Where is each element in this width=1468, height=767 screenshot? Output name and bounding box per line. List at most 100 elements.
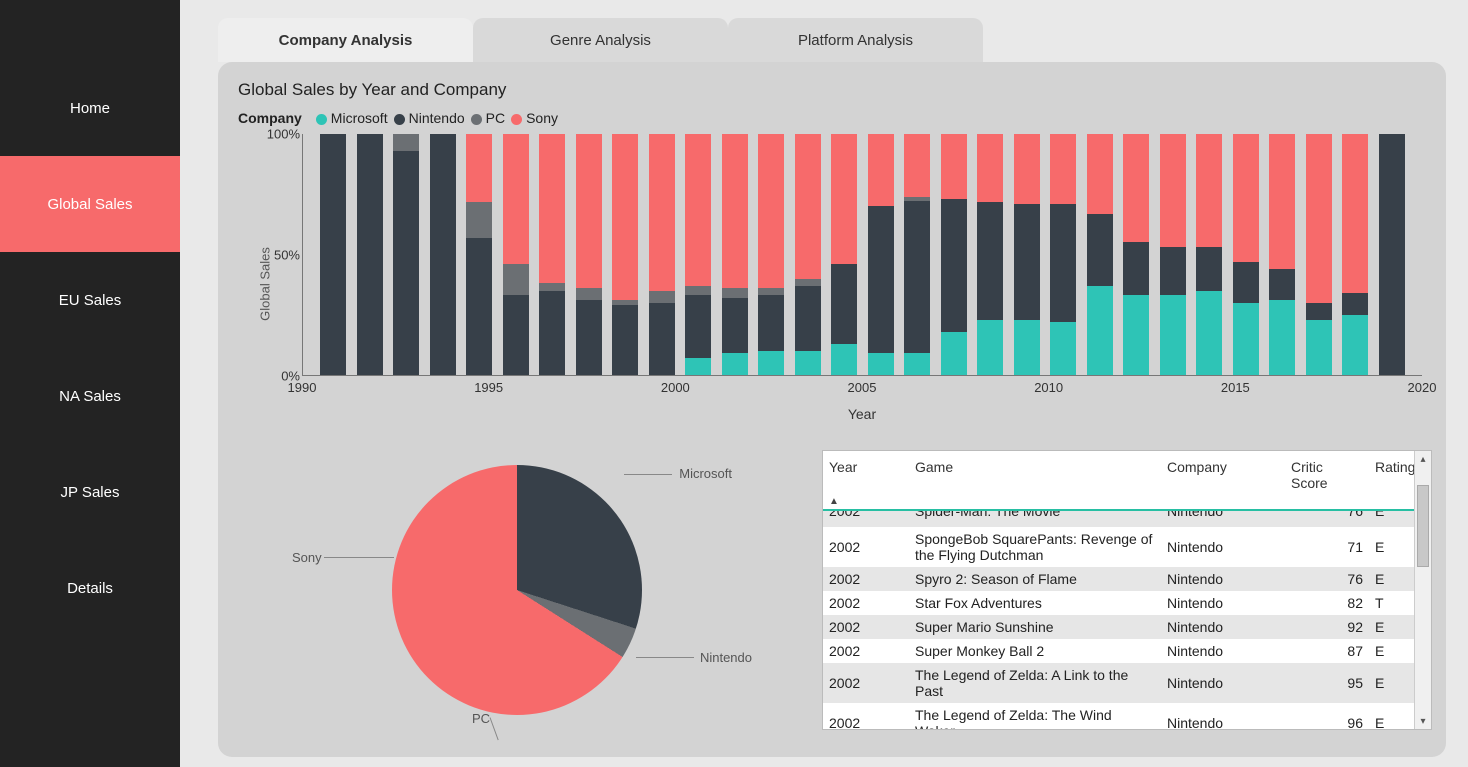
bar-segment xyxy=(685,295,711,358)
cell-company: Nintendo xyxy=(1161,711,1285,729)
bar-2016 xyxy=(1228,134,1265,375)
table-row[interactable]: 2002The Legend of Zelda: The Wind WakerN… xyxy=(823,703,1431,729)
bar-segment xyxy=(941,199,967,332)
bar-segment xyxy=(1087,286,1113,375)
table-row[interactable]: 2002SpongeBob SquarePants: Revenge of th… xyxy=(823,527,1431,567)
tab-company-analysis[interactable]: Company Analysis xyxy=(218,18,473,62)
bar-segment xyxy=(1123,295,1149,375)
bar-segment xyxy=(758,134,784,288)
bar-segment xyxy=(1050,134,1076,204)
bar-segment xyxy=(758,295,784,350)
bar-segment xyxy=(393,134,419,151)
bar-segment xyxy=(1306,320,1332,375)
bar-2015 xyxy=(1191,134,1228,375)
th-critic-score[interactable]: Critic Score xyxy=(1285,451,1369,509)
x-tick: 2010 xyxy=(1034,380,1063,395)
cell-company: Nintendo xyxy=(1161,615,1285,639)
bar-segment xyxy=(503,295,529,375)
table-scrollbar[interactable]: ▴ ▾ xyxy=(1414,451,1431,729)
table-row[interactable]: 2002Star Fox AdventuresNintendo82T xyxy=(823,591,1431,615)
x-axis-ticks: 1990199520002005201020152020 xyxy=(302,380,1422,398)
bar-segment xyxy=(685,134,711,286)
cell-score: 71 xyxy=(1285,535,1369,559)
sidebar-item-jp-sales[interactable]: JP Sales xyxy=(0,444,180,540)
stacked-bar-chart: Global Sales 0%50%100% 19901995200020052… xyxy=(232,134,1432,434)
cell-game: Super Monkey Ball 2 xyxy=(909,639,1161,663)
bar-segment xyxy=(1196,134,1222,247)
sidebar-item-details[interactable]: Details xyxy=(0,540,180,636)
bar-segment xyxy=(1014,320,1040,375)
table-row[interactable]: 2002The Legend of Zelda: A Link to the P… xyxy=(823,663,1431,703)
th-company[interactable]: Company xyxy=(1161,451,1285,509)
table-row[interactable]: 2002Super Mario SunshineNintendo92E xyxy=(823,615,1431,639)
scroll-track[interactable] xyxy=(1415,467,1431,713)
main-pane: Company AnalysisGenre AnalysisPlatform A… xyxy=(180,0,1468,767)
cell-company: Nintendo xyxy=(1161,671,1285,695)
bar-segment xyxy=(539,291,565,375)
pie-label-nintendo: Nintendo xyxy=(700,650,752,665)
bar-1996 xyxy=(498,134,535,375)
table-row[interactable]: 2002Super Monkey Ball 2Nintendo87E xyxy=(823,639,1431,663)
tab-genre-analysis[interactable]: Genre Analysis xyxy=(473,18,728,62)
bar-segment xyxy=(758,288,784,295)
x-tick: 2020 xyxy=(1408,380,1437,395)
cell-game: Star Fox Adventures xyxy=(909,591,1161,615)
legend-swatch-sony xyxy=(511,114,522,125)
y-tick: 50% xyxy=(244,248,300,263)
sidebar-item-eu-sales[interactable]: EU Sales xyxy=(0,252,180,348)
bar-segment xyxy=(430,134,456,375)
bar-2014 xyxy=(1155,134,1192,375)
bar-segment xyxy=(1196,291,1222,375)
sort-asc-icon: ▲ xyxy=(829,496,839,507)
bar-segment xyxy=(685,358,711,375)
table-row[interactable]: 2002Spider-Man: The MovieNintendo76E xyxy=(823,511,1431,527)
scroll-up-icon[interactable]: ▴ xyxy=(1415,451,1431,467)
bar-segment xyxy=(539,134,565,283)
bar-segment xyxy=(941,332,967,375)
bar-segment xyxy=(1306,303,1332,320)
table-header-row: Year▲ Game Company Critic Score Rating xyxy=(823,451,1431,511)
x-tick: 2000 xyxy=(661,380,690,395)
bar-segment xyxy=(466,134,492,201)
bar-segment xyxy=(649,134,675,291)
th-year[interactable]: Year▲ xyxy=(823,451,909,509)
bar-2019 xyxy=(1337,134,1374,375)
bar-segment xyxy=(868,134,894,206)
scroll-thumb[interactable] xyxy=(1417,485,1429,567)
scroll-down-icon[interactable]: ▾ xyxy=(1415,713,1431,729)
pie-chart: Microsoft Nintendo PC Sony xyxy=(232,450,802,730)
bar-1995 xyxy=(461,134,498,375)
table-body: 2002Spider-Man: The MovieNintendo76E2002… xyxy=(823,511,1431,729)
plot-area xyxy=(302,134,1422,376)
table-row[interactable]: 2002Spyro 2: Season of FlameNintendo76E xyxy=(823,567,1431,591)
bar-segment xyxy=(466,202,492,238)
legend-name-sony: Sony xyxy=(526,110,558,126)
bar-2020 xyxy=(1374,134,1411,375)
x-tick: 2005 xyxy=(848,380,877,395)
bar-1997 xyxy=(534,134,571,375)
bar-segment xyxy=(1342,293,1368,315)
legend-name-nintendo: Nintendo xyxy=(409,110,465,126)
bar-segment xyxy=(1014,204,1040,320)
sidebar-item-global-sales[interactable]: Global Sales xyxy=(0,156,180,252)
bar-2003 xyxy=(753,134,790,375)
bar-segment xyxy=(904,201,930,353)
bar-segment xyxy=(1269,300,1295,375)
bar-segment xyxy=(649,303,675,375)
cell-game: SpongeBob SquarePants: Revenge of the Fl… xyxy=(909,527,1161,567)
bar-segment xyxy=(1306,134,1332,303)
pie-label-sony: Sony xyxy=(292,550,322,565)
bar-segment xyxy=(649,291,675,303)
bar-2002 xyxy=(717,134,754,375)
cell-score: 82 xyxy=(1285,591,1369,615)
sidebar-item-home[interactable]: Home xyxy=(0,60,180,156)
bar-segment xyxy=(539,283,565,290)
cell-game: Spider-Man: The Movie xyxy=(909,511,1161,519)
bar-segment xyxy=(795,351,821,375)
tab-platform-analysis[interactable]: Platform Analysis xyxy=(728,18,983,62)
bar-segment xyxy=(1160,247,1186,295)
chart-legend: Company MicrosoftNintendoPCSony xyxy=(238,110,1432,126)
th-game[interactable]: Game xyxy=(909,451,1161,509)
sidebar-item-na-sales[interactable]: NA Sales xyxy=(0,348,180,444)
bar-segment xyxy=(393,151,419,375)
